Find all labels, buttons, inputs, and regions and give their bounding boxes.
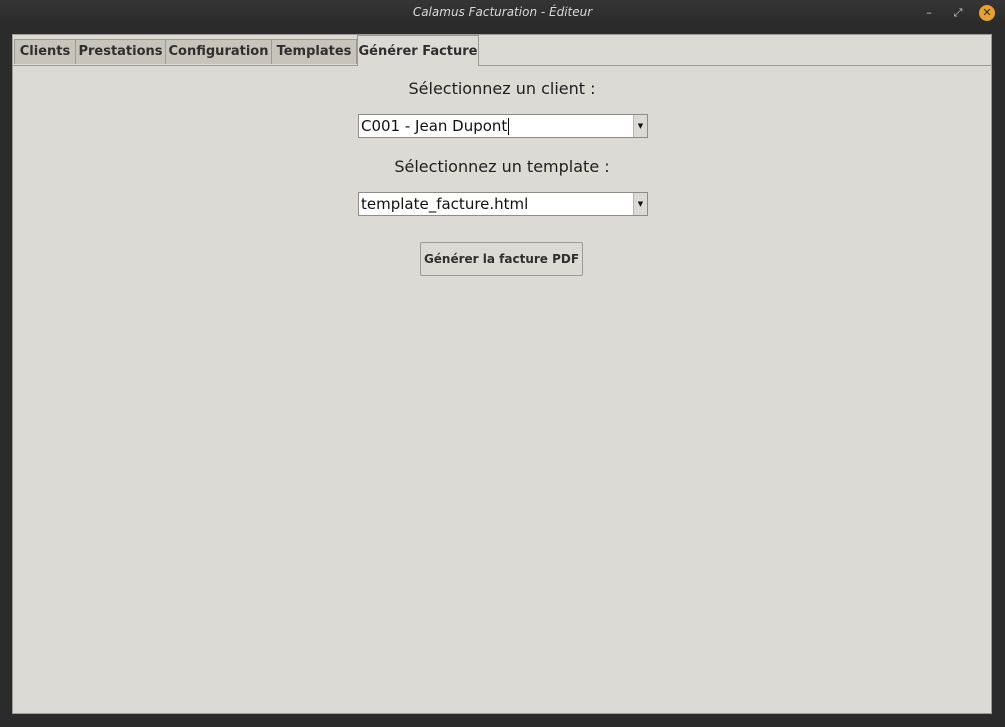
client-select[interactable]: C001 - Jean Dupont ▼ xyxy=(358,114,648,138)
chevron-down-icon[interactable]: ▼ xyxy=(633,193,647,215)
close-icon[interactable]: ✕ xyxy=(979,5,995,21)
chevron-down-icon[interactable]: ▼ xyxy=(633,115,647,137)
template-label: Sélectionnez un template : xyxy=(394,157,610,176)
tab-configuration[interactable]: Configuration xyxy=(165,39,272,64)
window-titlebar[interactable]: Calamus Facturation - Éditeur – ⤢ ✕ xyxy=(0,0,1005,26)
client-label: Sélectionnez un client : xyxy=(408,79,596,98)
minimize-icon[interactable]: – xyxy=(920,4,938,22)
window-title: Calamus Facturation - Éditeur xyxy=(412,5,593,19)
text-caret xyxy=(508,118,510,135)
generate-invoice-panel: Sélectionnez un client : C001 - Jean Dup… xyxy=(13,66,991,713)
tab-generer-facture[interactable]: Générer Facture xyxy=(357,35,479,66)
tab-clients[interactable]: Clients xyxy=(14,39,76,64)
template-select-value: template_facture.html xyxy=(361,195,529,213)
generate-pdf-button[interactable]: Générer la facture PDF xyxy=(420,242,583,276)
tab-bar: Clients Prestations Configuration Templa… xyxy=(13,35,991,66)
tab-templates[interactable]: Templates xyxy=(271,39,357,64)
maximize-icon[interactable]: ⤢ xyxy=(949,4,967,22)
client-select-value: C001 - Jean Dupont xyxy=(361,117,510,135)
template-select[interactable]: template_facture.html ▼ xyxy=(358,192,648,216)
tab-prestations[interactable]: Prestations xyxy=(75,39,166,64)
app-window: Clients Prestations Configuration Templa… xyxy=(12,34,992,714)
